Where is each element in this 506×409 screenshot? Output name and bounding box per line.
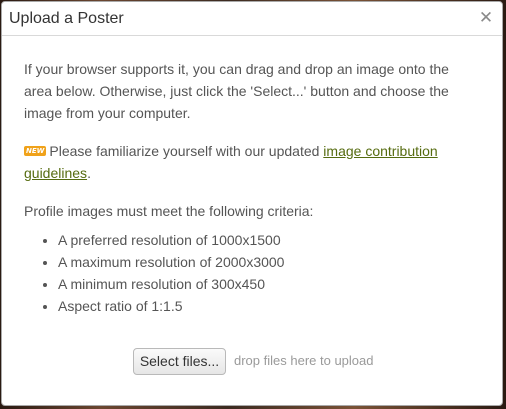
guidelines-notice: NEW Please familiarize yourself with our …: [24, 140, 464, 184]
list-item: A maximum resolution of 2000x3000: [58, 251, 464, 273]
list-item: A minimum resolution of 300x450: [58, 273, 464, 295]
new-badge: NEW: [24, 146, 47, 156]
dialog-content: If your browser supports it, you can dra…: [24, 58, 464, 317]
upload-poster-dialog: Upload a Poster ✕ If your browser suppor…: [1, 1, 503, 406]
drop-hint: drop files here to upload: [234, 353, 374, 368]
notice-period: .: [87, 165, 91, 181]
intro-text: If your browser supports it, you can dra…: [24, 61, 449, 121]
criteria-heading: Profile images must meet the following c…: [24, 203, 314, 219]
list-item: A preferred resolution of 1000x1500: [58, 229, 464, 251]
criteria-list: A preferred resolution of 1000x1500 A ma…: [24, 229, 464, 317]
close-icon[interactable]: ✕: [478, 9, 494, 27]
dialog-title: Upload a Poster: [9, 10, 124, 27]
notice-text: Please familiarize yourself with our upd…: [49, 143, 324, 159]
list-item: Aspect ratio of 1:1.5: [58, 295, 464, 317]
select-files-button[interactable]: Select files...: [133, 348, 226, 375]
dialog-titlebar: Upload a Poster ✕: [2, 2, 502, 36]
